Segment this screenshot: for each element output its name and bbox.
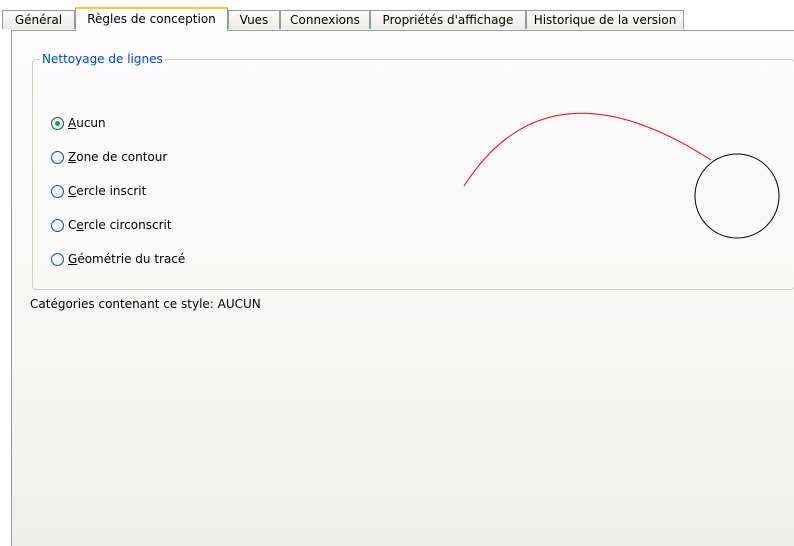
- preview-arc: [463, 112, 712, 187]
- categories-text: Catégories contenant ce style: AUCUN: [30, 297, 261, 311]
- radio-none[interactable]: Aucun: [51, 115, 106, 131]
- tab-version-history[interactable]: Historique de la version: [526, 10, 684, 29]
- radio-circumscribed-circle[interactable]: Cercle circonscrit: [51, 217, 172, 233]
- radio-contour-zone[interactable]: Zone de contour: [51, 149, 167, 165]
- tab-page-design-rules: Nettoyage de lignes Aucun Zone de contou…: [11, 30, 794, 546]
- radio-circumscribed-circle-mnemonic: e: [76, 218, 84, 232]
- radio-none-button[interactable]: [51, 116, 64, 130]
- radio-inscribed-circle-label-rest: ercle inscrit: [76, 184, 147, 198]
- tab-version-history-label: Historique de la version: [533, 13, 677, 27]
- radio-trace-geometry-label: Géométrie du tracé: [68, 251, 185, 267]
- radio-contour-zone-mnemonic: Z: [68, 150, 77, 164]
- radio-inscribed-circle-label: Cercle inscrit: [68, 183, 146, 199]
- radio-trace-geometry-button[interactable]: [51, 252, 64, 266]
- radio-contour-zone-label-rest: one de contour: [76, 150, 168, 164]
- radio-contour-zone-label: Zone de contour: [68, 149, 167, 165]
- radio-inscribed-circle[interactable]: Cercle inscrit: [51, 183, 146, 199]
- tab-general-label: Général: [14, 13, 63, 27]
- tab-design-rules-label: Règles de conception: [87, 12, 216, 26]
- tab-connections[interactable]: Connexions: [280, 10, 370, 29]
- line-cleanup-group: Nettoyage de lignes Aucun Zone de contou…: [32, 51, 794, 290]
- tab-views[interactable]: Vues: [228, 10, 280, 29]
- tab-views-label: Vues: [239, 13, 269, 27]
- tab-strip: Général Règles de conception Vues Connex…: [0, 0, 794, 33]
- radio-circumscribed-circle-button[interactable]: [51, 218, 64, 232]
- preview-circle: [694, 153, 780, 239]
- radio-none-label: Aucun: [68, 115, 106, 131]
- tab-design-rules[interactable]: Règles de conception: [75, 7, 228, 31]
- radio-trace-geometry-label-rest: éométrie du tracé: [77, 252, 186, 266]
- line-cleanup-preview: [463, 112, 780, 239]
- style-properties-dialog: Général Règles de conception Vues Connex…: [0, 0, 794, 546]
- tab-display-properties[interactable]: Propriétés d'affichage: [370, 10, 526, 29]
- radio-inscribed-circle-button[interactable]: [51, 184, 64, 198]
- radio-circumscribed-circle-label: Cercle circonscrit: [68, 217, 172, 233]
- radio-none-mnemonic: A: [68, 116, 77, 130]
- radio-trace-geometry[interactable]: Géométrie du tracé: [51, 251, 185, 267]
- radio-trace-geometry-mnemonic: G: [68, 252, 78, 266]
- tab-general[interactable]: Général: [2, 10, 75, 29]
- line-cleanup-group-title: Nettoyage de lignes: [40, 51, 165, 67]
- radio-contour-zone-button[interactable]: [51, 150, 64, 164]
- radio-none-label-rest: ucun: [76, 116, 106, 130]
- tab-display-properties-label: Propriétés d'affichage: [382, 13, 514, 27]
- radio-circumscribed-circle-label-rest: rcle circonscrit: [83, 218, 172, 232]
- tab-connections-label: Connexions: [290, 13, 360, 27]
